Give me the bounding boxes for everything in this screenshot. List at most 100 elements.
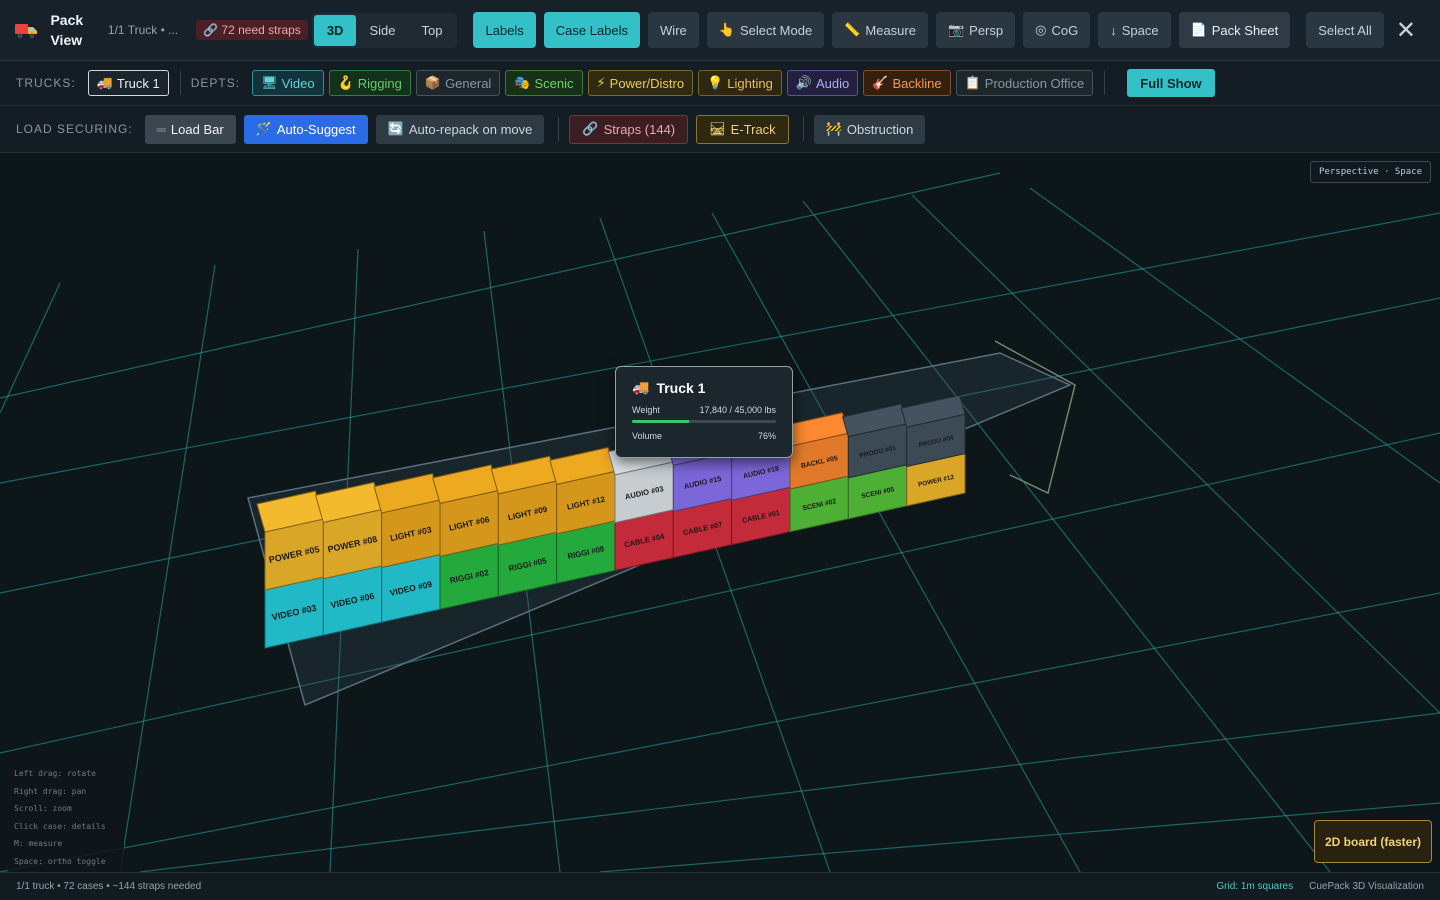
weight-label: Weight [632,405,660,415]
arrow-down-icon: ↓ [1110,22,1117,38]
grid-line [119,264,216,872]
lightning-icon: ⚡ [596,75,606,90]
grid-line [139,712,1440,872]
3d-viewport[interactable]: VIDEO #03 POWER #05 VIDEO #06 POWER #08 VIDE… [0,153,1440,872]
ruler-icon: 📏 [844,22,861,37]
case-box[interactable]: PRODU #01 [842,403,908,479]
straps-button[interactable]: 🔗 Straps (144) [569,114,689,144]
case-box[interactable]: PRODU #04 [900,394,966,468]
brand-label: CuePack 3D Visualization [1309,881,1424,892]
divider [1104,71,1106,95]
dept-chip-video[interactable]: 🖥 Video [252,70,324,96]
pack-sheet-label: Pack Sheet [1211,22,1279,38]
controls-help: Left drag: rotate Right drag: pan Scroll… [8,762,124,872]
grid-line [711,212,1081,872]
trucks-label: TRUCKS: [16,76,76,90]
case-box[interactable]: POWER #05 [256,490,324,591]
cog-button[interactable]: ◎ CoG [1023,12,1091,48]
document-icon: 📄 [1190,22,1207,37]
auto-repack-toggle[interactable]: 🔄 Auto-repack on move [375,114,545,144]
auto-repack-label: Auto-repack on move [408,121,533,137]
camera-icon: 📷 [947,22,965,37]
2d-board-button[interactable]: 2D board (faster) [1314,820,1432,863]
depts-label: DEPTS: [190,76,241,90]
truck-chip-1[interactable]: 🚚 Truck 1 [87,70,169,96]
select-all-button[interactable]: Select All [1306,12,1384,48]
wire-button[interactable]: Wire [648,12,699,48]
dept-chip-power[interactable]: ⚡ Power/Distro [587,70,694,96]
case-box[interactable]: LIGHT #03 [373,473,441,569]
case-box[interactable]: BACKL #05 [783,412,849,490]
truck-chip-label: Truck 1 [116,75,160,91]
grid-line [0,282,61,414]
weight-value: 17,840 / 45,000 lbs [699,405,776,415]
case-box[interactable]: LIGHT #06 [432,464,499,557]
hook-icon: 🪝 [337,75,354,90]
view-mode-3d[interactable]: 3D [313,14,357,46]
persp-button[interactable]: 📷 Persp [935,12,1016,48]
strap-warning-text: 72 need straps [221,23,301,37]
dept-chip-scenic[interactable]: 🎭 Scenic [505,70,583,96]
case-labels-button[interactable]: Case Labels [543,12,641,48]
space-button[interactable]: ↓ Space [1098,12,1171,48]
dept-chip-general[interactable]: 📦 General [415,70,501,96]
app-title: Pack View [50,12,84,48]
bar-icon: ═ [156,121,166,137]
divider [558,117,560,141]
etrack-button[interactable]: 🛤 E-Track [696,114,789,144]
grid-line [1029,187,1440,484]
view-mode-top[interactable]: Top [408,15,455,46]
view-mode-side[interactable]: Side [356,15,408,46]
lightbulb-icon: 💡 [707,75,724,90]
dept-chip-label: General [445,75,492,91]
pack-sheet-button[interactable]: 📄 Pack Sheet [1178,12,1291,48]
weight-progress-fill [632,420,690,423]
dept-chip-lighting[interactable]: 💡 Lighting [698,70,782,96]
close-icon[interactable]: ✕ [1392,15,1420,45]
3d-scene[interactable]: VIDEO #03POWER #05VIDEO #06POWER #08VIDE… [0,153,1440,872]
refresh-icon: 🔄 [387,121,404,136]
load-bar-button[interactable]: ═ Load Bar [144,114,236,144]
labels-button[interactable]: Labels [473,12,536,48]
weight-progress [632,420,776,423]
truck-icon: 🚚 [96,75,113,90]
strap-warning-badge[interactable]: 🔗 72 need straps [196,20,308,40]
status-summary: 1/1 truck • 72 cases • ~144 straps neede… [16,881,202,892]
palette-icon: 🎭 [514,75,531,90]
case-box[interactable]: POWER #08 [314,481,383,580]
barrier-icon: 🚧 [825,121,842,136]
truck-count: 1/1 Truck • ... [107,23,179,37]
pointer-hand-icon: 👆 [718,22,735,37]
dept-chip-label: Video [281,75,315,91]
dept-chip-rigging[interactable]: 🪝 Rigging [328,70,411,96]
dept-chip-label: Power/Distro [609,75,685,91]
truck-icon: 🚚 [632,379,650,395]
magic-wand-icon: 🪄 [255,121,272,136]
perspective-badge: Perspective · Space [1310,161,1431,183]
full-show-button[interactable]: Full Show [1127,69,1215,97]
load-securing-label: LOAD SECURING: [16,122,133,136]
grid-line [911,194,1440,714]
straps-label: Straps (144) [603,121,676,137]
link-icon: 🔗 [203,23,219,37]
dept-chip-audio[interactable]: 🔊 Audio [786,70,859,96]
measure-button[interactable]: 📏 Measure [832,12,928,48]
help-line: M: measure [14,839,63,848]
obstruction-button[interactable]: 🚧 Obstruction [813,114,926,144]
speaker-icon: 🔊 [795,75,813,90]
dept-chip-production-office[interactable]: 📋 Production Office [955,70,1094,96]
select-mode-button[interactable]: 👆 Select Mode [706,12,825,48]
target-icon: ◎ [1035,22,1047,37]
divider [179,71,181,95]
dept-chip-backline[interactable]: 🎸 Backline [863,70,951,96]
auto-suggest-button[interactable]: 🪄 Auto-Suggest [243,114,368,144]
case-box[interactable]: LIGHT #12 [549,446,616,535]
truck-logo-icon [14,17,38,43]
dept-chip-label: Backline [892,75,942,91]
case-box[interactable]: LIGHT #09 [490,455,558,546]
help-line: Right drag: pan [14,786,87,796]
trucks-depts-bar: TRUCKS: 🚚 Truck 1 DEPTS: 🖥 Video 🪝 Rigging … [0,61,1440,106]
volume-value: 76% [757,431,776,441]
help-line: Left drag: rotate [14,769,96,778]
box-icon: 📦 [424,75,442,90]
